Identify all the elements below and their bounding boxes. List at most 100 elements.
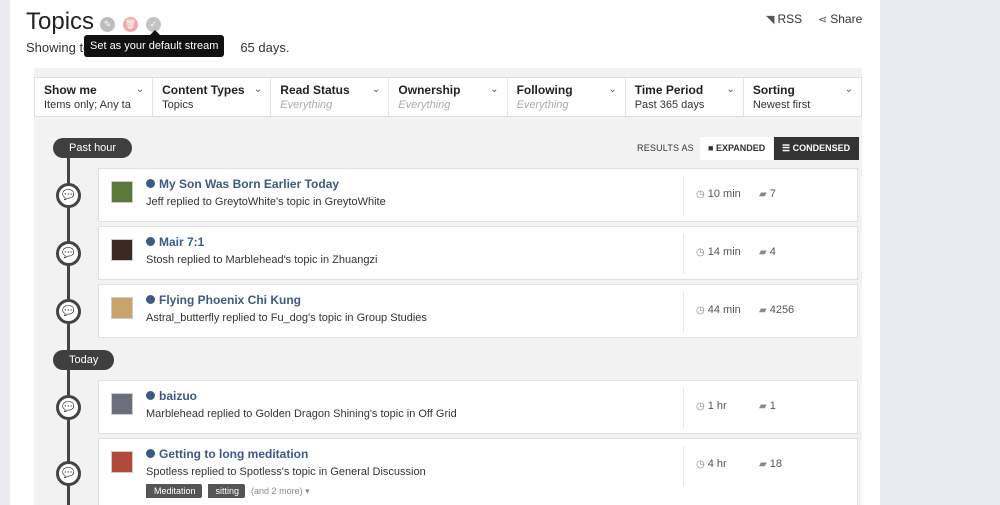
filter-value: Items only; Any ta <box>44 99 131 111</box>
share-icon: ⋖ <box>818 14 828 26</box>
topic-replies: ▰ 4256 <box>759 304 795 316</box>
clock-icon: ◷ <box>696 247 705 258</box>
avatar[interactable] <box>111 239 133 261</box>
chevron-down-icon: ⌄ <box>608 84 617 95</box>
topic-title[interactable]: Getting to long meditation <box>146 447 308 461</box>
topic-description: Marblehead replied to Golden Dragon Shin… <box>146 408 457 420</box>
divider <box>683 176 684 216</box>
expanded-icon: ■ <box>708 143 716 153</box>
avatar[interactable] <box>111 297 133 319</box>
topic-replies: ▰ 18 <box>759 458 782 470</box>
edit-icon[interactable]: ✎ <box>100 17 115 32</box>
filter-ownership[interactable]: Ownership Everything ⌄ <box>389 78 508 116</box>
filter-content-types[interactable]: Content Types Topics ⌄ <box>153 78 272 116</box>
page-title: Topics <box>26 8 95 35</box>
filter-label: Sorting <box>752 83 795 97</box>
comment-count-icon: ▰ <box>759 189 767 200</box>
divider <box>683 388 684 428</box>
clock-icon: ◷ <box>696 459 705 470</box>
divider <box>683 234 684 274</box>
topic-replies: ▰ 4 <box>759 246 776 258</box>
list-item[interactable]: Mair 7:1 Stosh replied to Marblehead's t… <box>98 226 858 280</box>
avatar[interactable] <box>111 393 133 415</box>
comment-icon: 💬 <box>56 395 81 420</box>
topic-title[interactable]: baizuo <box>146 389 197 403</box>
delete-icon[interactable]: 🗑 <box>123 17 138 32</box>
filter-label: Time Period <box>634 83 704 97</box>
tooltip: Set as your default stream <box>84 30 225 57</box>
share-link[interactable]: ⋖ Share <box>818 12 862 26</box>
topic-time: ◷ 1 hr <box>696 400 727 412</box>
topic-title[interactable]: Mair 7:1 <box>146 235 204 249</box>
unread-dot-icon <box>146 295 155 304</box>
comment-icon: 💬 <box>56 183 81 208</box>
filter-time-period[interactable]: Time Period Past 365 days ⌄ <box>626 78 744 116</box>
chevron-down-icon: ⌄ <box>253 84 263 95</box>
chevron-down-icon: ⌄ <box>135 84 145 95</box>
chevron-down-icon: ⌄ <box>844 84 853 95</box>
topic-time: ◷ 44 min <box>696 304 741 316</box>
divider <box>683 446 684 486</box>
condensed-icon: ☰ <box>782 143 793 153</box>
chevron-down-icon: ⌄ <box>372 84 381 95</box>
chevron-down-icon: ⌄ <box>490 84 499 95</box>
filter-value: Topics <box>162 99 194 111</box>
filter-show-me[interactable]: Show me Items only; Any ta ⌄ <box>35 78 154 116</box>
topic-time: ◷ 14 min <box>696 246 741 258</box>
filter-read-status[interactable]: Read Status Everything ⌄ <box>271 78 390 116</box>
filter-value: Newest first <box>752 99 811 111</box>
topic-description: Stosh replied to Marblehead's topic in Z… <box>146 254 378 266</box>
chevron-down-icon: ⌄ <box>726 84 735 95</box>
rss-label: RSS <box>777 12 803 26</box>
divider <box>683 292 684 332</box>
filter-label: Following <box>516 83 573 97</box>
avatar[interactable] <box>111 181 133 203</box>
rss-link[interactable]: ◥ RSS <box>766 12 802 26</box>
topic-description: Spotless replied to Spotless's topic in … <box>146 466 426 478</box>
expanded-view-button[interactable]: ■ EXPANDED <box>700 137 774 160</box>
unread-dot-icon <box>146 237 155 246</box>
tag-list: Meditation sitting (and 2 more) ▾ <box>146 484 310 498</box>
filter-label: Read Status <box>280 83 350 97</box>
topic-title[interactable]: Flying Phoenix Chi Kung <box>146 293 301 307</box>
topic-description: Jeff replied to GreytoWhite's topic in G… <box>146 196 386 208</box>
more-tags-link[interactable]: (and 2 more) ▾ <box>251 486 310 496</box>
comment-icon: 💬 <box>56 461 81 486</box>
group-label-past-hour: Past hour <box>53 138 133 158</box>
avatar[interactable] <box>111 451 133 473</box>
topic-time: ◷ 10 min <box>696 188 741 200</box>
filter-value: Past 365 days <box>634 99 705 111</box>
list-item[interactable]: Flying Phoenix Chi Kung Astral_butterfly… <box>98 284 858 338</box>
condensed-view-button[interactable]: ☰ CONDENSED <box>774 137 859 160</box>
filter-label: Show me <box>44 83 97 97</box>
subtitle-end: 65 days. <box>240 40 290 55</box>
tag[interactable]: Meditation <box>146 484 202 498</box>
filter-value: Everything <box>280 99 333 111</box>
clock-icon: ◷ <box>696 305 705 316</box>
subtitle-start: Showing to <box>26 40 91 55</box>
page: Topics ✎ 🗑 ✓ Showing to 65 days. Set as y… <box>10 0 880 505</box>
comment-count-icon: ▰ <box>759 247 767 258</box>
topic-title[interactable]: My Son Was Born Earlier Today <box>146 177 339 191</box>
list-item[interactable]: My Son Was Born Earlier Today Jeff repli… <box>98 168 858 222</box>
topic-replies: ▰ 7 <box>759 188 776 200</box>
filter-label: Content Types <box>162 83 245 97</box>
filter-value: Everything <box>398 99 451 111</box>
topic-description: Astral_butterfly replied to Fu_dog's top… <box>146 312 427 324</box>
unread-dot-icon <box>146 449 155 458</box>
comment-count-icon: ▰ <box>759 305 767 316</box>
list-item[interactable]: Getting to long meditation Spotless repl… <box>98 438 858 505</box>
comment-count-icon: ▰ <box>759 459 767 470</box>
topic-time: ◷ 4 hr <box>696 458 727 470</box>
filter-bar: Show me Items only; Any ta ⌄ Content Typ… <box>34 77 862 117</box>
filter-following[interactable]: Following Everything ⌄ <box>508 78 626 116</box>
list-item[interactable]: baizuo Marblehead replied to Golden Drag… <box>98 380 858 434</box>
tag[interactable]: sitting <box>207 484 246 498</box>
filter-sorting[interactable]: Sorting Newest first ⌄ <box>744 78 861 116</box>
unread-dot-icon <box>146 391 155 400</box>
results-as-label: RESULTS AS <box>637 143 694 153</box>
comment-count-icon: ▰ <box>759 401 767 412</box>
group-label-today: Today <box>53 350 115 370</box>
filter-value: Everything <box>516 99 569 111</box>
filter-label: Ownership <box>398 83 461 97</box>
